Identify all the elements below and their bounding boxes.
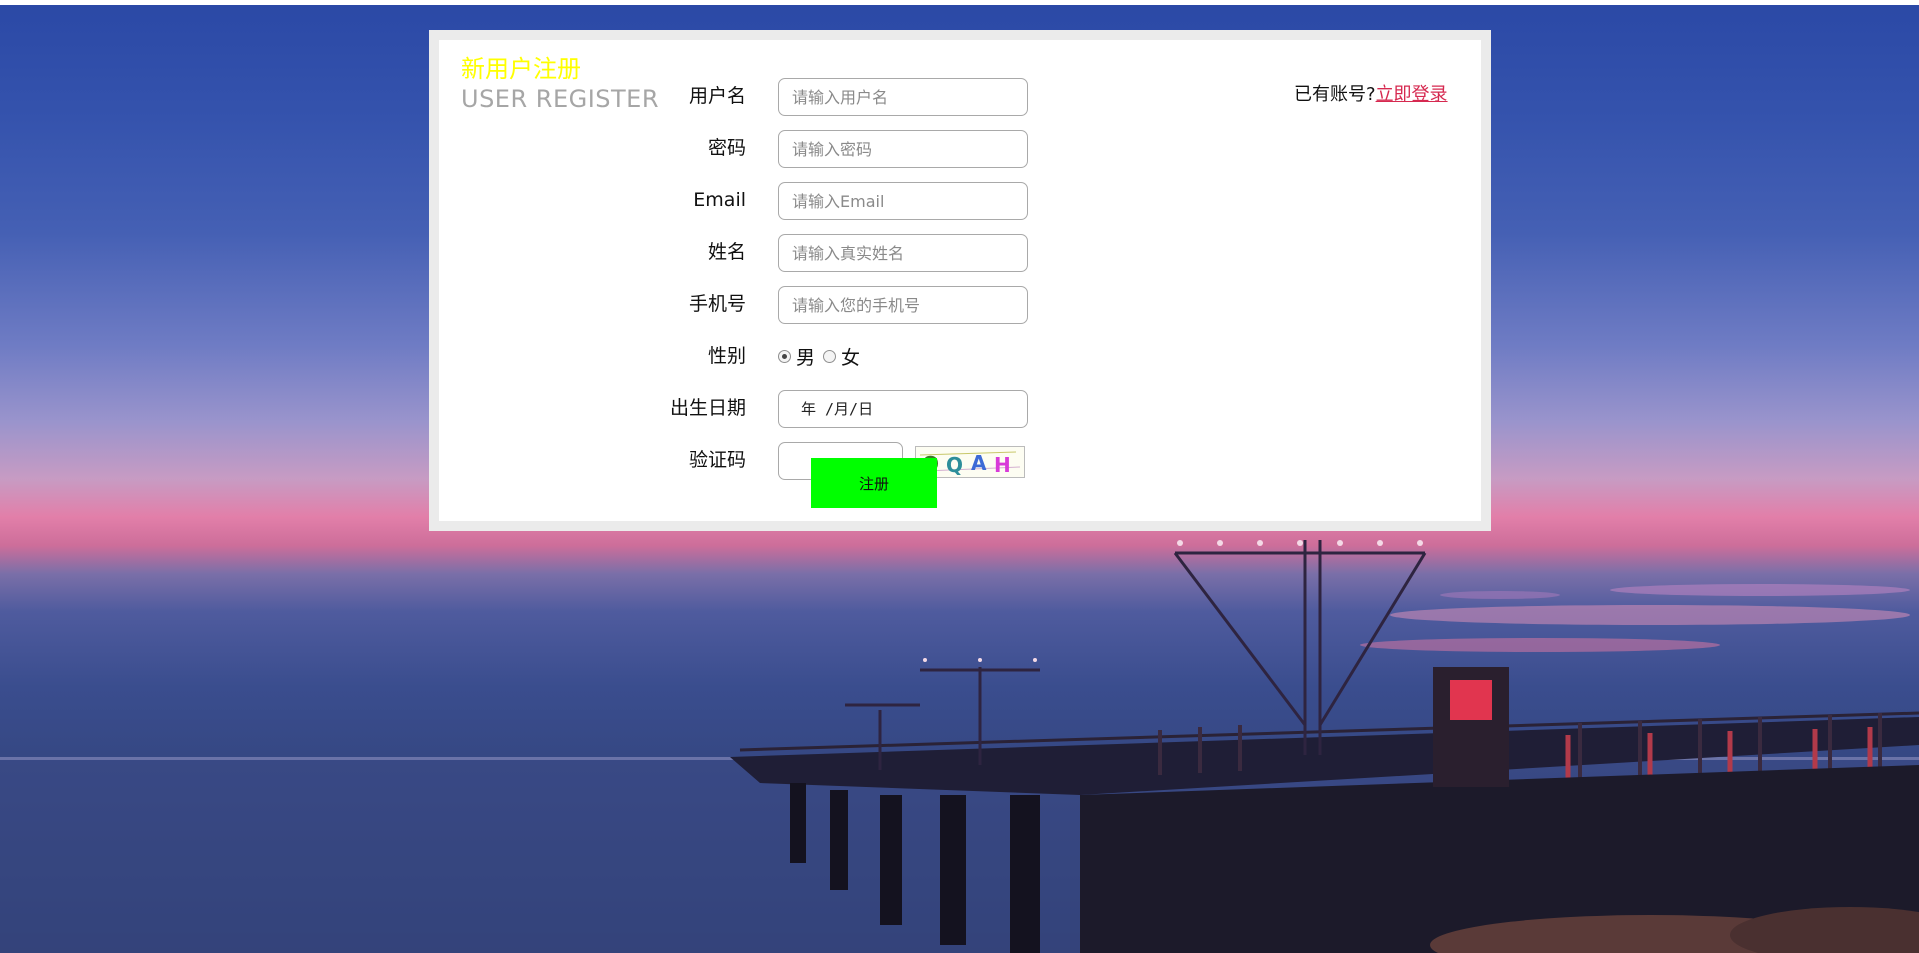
name-label: 姓名 bbox=[707, 241, 746, 263]
gender-female-label[interactable]: 女 bbox=[841, 343, 860, 370]
phone-label: 手机号 bbox=[688, 293, 746, 315]
email-input[interactable] bbox=[778, 182, 1028, 220]
captcha-char-2: Q bbox=[946, 453, 963, 477]
name-row: 姓名 bbox=[599, 232, 1199, 272]
register-panel-inner: 新用户注册 USER REGISTER 已有账号?立即登录 用户名 密码 Ema… bbox=[439, 40, 1481, 521]
login-prompt-text: 已有账号? bbox=[1294, 84, 1376, 105]
gender-label: 性别 bbox=[707, 345, 746, 367]
username-input[interactable] bbox=[778, 78, 1028, 116]
birthday-label: 出生日期 bbox=[669, 397, 746, 419]
birthday-row: 出生日期 年 /月/日 bbox=[599, 388, 1199, 428]
phone-row: 手机号 bbox=[599, 284, 1199, 324]
password-input[interactable] bbox=[778, 130, 1028, 168]
phone-input[interactable] bbox=[778, 286, 1028, 324]
register-submit-button[interactable]: 注册 bbox=[811, 458, 937, 508]
captcha-char-4: H bbox=[994, 453, 1011, 477]
password-label: 密码 bbox=[707, 137, 746, 159]
gender-male-radio[interactable] bbox=[778, 349, 791, 363]
captcha-label: 验证码 bbox=[688, 449, 746, 471]
name-input[interactable] bbox=[778, 234, 1028, 272]
gender-row: 性别 男 女 bbox=[599, 336, 1199, 376]
email-label: Email bbox=[693, 189, 746, 211]
register-panel: 新用户注册 USER REGISTER 已有账号?立即登录 用户名 密码 Ema… bbox=[429, 30, 1491, 531]
email-row: Email bbox=[599, 180, 1199, 220]
birthday-date-input[interactable]: 年 /月/日 bbox=[778, 390, 1028, 428]
username-label: 用户名 bbox=[688, 85, 746, 107]
login-link[interactable]: 立即登录 bbox=[1376, 84, 1448, 105]
captcha-char-3: A bbox=[971, 451, 987, 475]
username-row: 用户名 bbox=[599, 76, 1199, 116]
gender-male-label[interactable]: 男 bbox=[796, 343, 815, 370]
gender-radio-group: 男 女 bbox=[778, 336, 868, 376]
login-hint: 已有账号?立即登录 bbox=[1294, 80, 1448, 106]
password-row: 密码 bbox=[599, 128, 1199, 168]
gender-female-radio[interactable] bbox=[823, 349, 837, 363]
